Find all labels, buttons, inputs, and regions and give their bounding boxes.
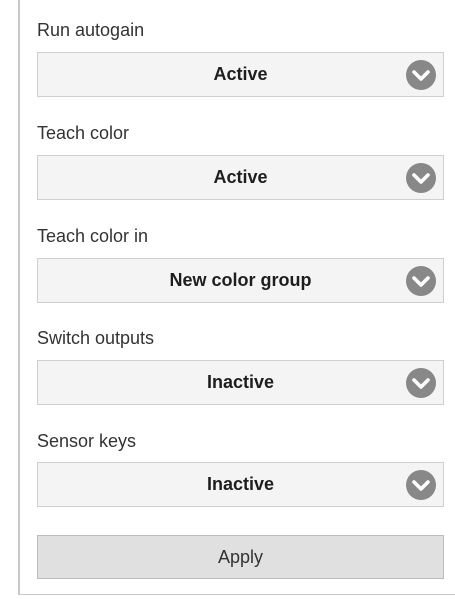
chevron-down-icon [406, 470, 436, 500]
sensor-keys-select[interactable]: Inactive [37, 462, 444, 507]
teach-color-select[interactable]: Active [37, 155, 444, 200]
switch-outputs-label: Switch outputs [37, 328, 155, 348]
teach-color-in-select[interactable]: New color group [37, 258, 444, 303]
switch-outputs-value: Inactive [206, 372, 275, 392]
teach-color-label: Teach color [37, 123, 130, 143]
run-autogain-select[interactable]: Active [37, 52, 444, 97]
settings-panel: Run autogain Active Teach color Active T… [18, 0, 455, 595]
teach-color-in-label: Teach color in [37, 226, 149, 246]
sensor-keys-label: Sensor keys [37, 431, 137, 451]
chevron-down-icon [406, 266, 436, 296]
chevron-down-icon [406, 368, 436, 398]
apply-button[interactable]: Apply [37, 535, 444, 579]
run-autogain-label: Run autogain [37, 20, 145, 40]
chevron-down-icon [406, 60, 436, 90]
sensor-keys-value: Inactive [206, 474, 275, 494]
chevron-down-icon [406, 163, 436, 193]
teach-color-value: Active [213, 167, 268, 187]
teach-color-in-value: New color group [169, 270, 312, 290]
switch-outputs-select[interactable]: Inactive [37, 360, 444, 405]
run-autogain-value: Active [213, 64, 268, 84]
